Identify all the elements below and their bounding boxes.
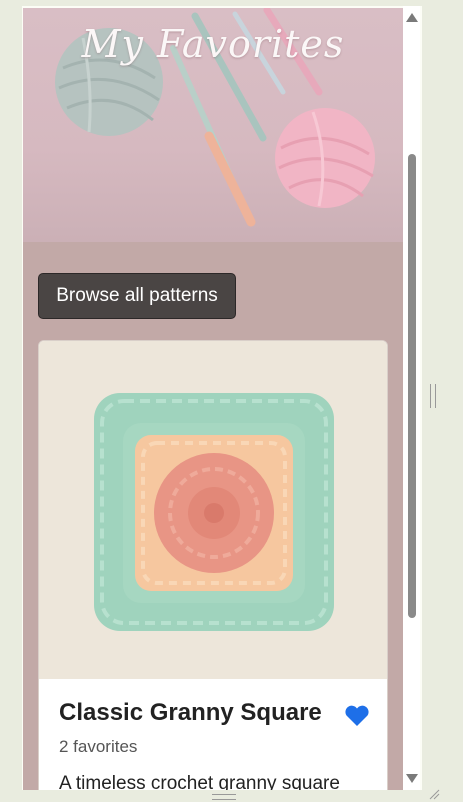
vertical-resize-handle-icon[interactable] [430, 384, 436, 408]
card-description: A timeless crochet granny square [59, 773, 340, 790]
browse-all-patterns-button[interactable]: Browse all patterns [38, 273, 236, 319]
horizontal-resize-handle-icon[interactable] [212, 794, 236, 800]
resize-grip-icon[interactable] [428, 788, 440, 800]
hero-banner: My Favorites [23, 8, 403, 242]
card-title: Classic Granny Square [59, 699, 322, 726]
scroll-up-arrow-icon[interactable] [406, 13, 418, 22]
page-content: My Favorites Browse all patterns Classic… [23, 8, 403, 790]
vertical-scrollbar[interactable] [403, 6, 420, 790]
page-title: My Favorites [81, 22, 345, 66]
heart-icon[interactable] [344, 705, 370, 727]
pattern-card[interactable]: Classic Granny Square 2 favorites A time… [38, 340, 388, 790]
scroll-down-arrow-icon[interactable] [406, 774, 418, 783]
scrollbar-thumb[interactable] [408, 154, 416, 618]
app-window: My Favorites Browse all patterns Classic… [22, 6, 422, 790]
granny-square-image [39, 341, 387, 679]
favorites-count: 2 favorites [59, 737, 138, 756]
